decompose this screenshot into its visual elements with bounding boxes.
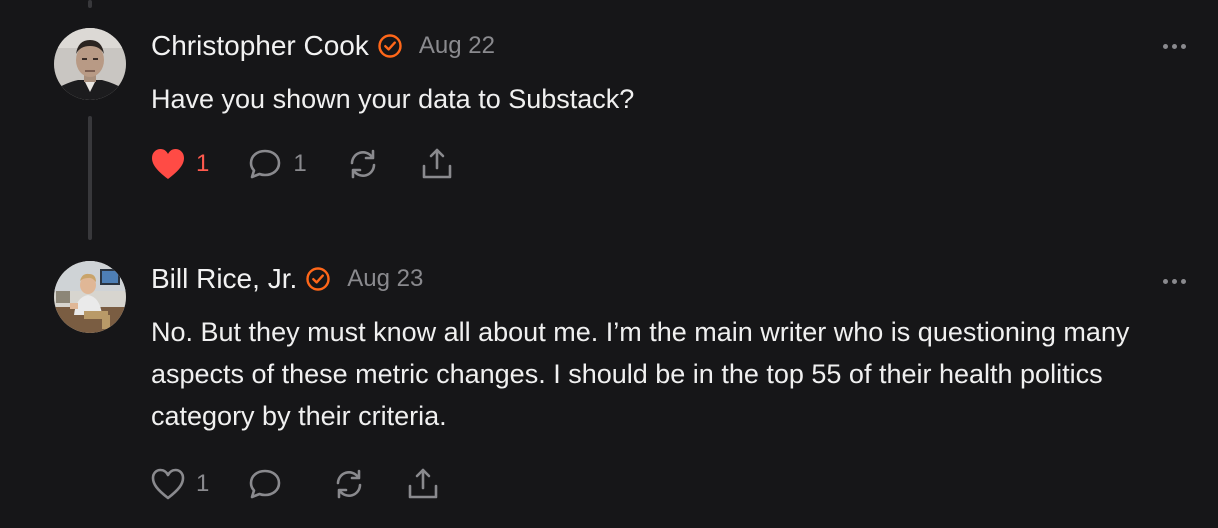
reply-button[interactable] xyxy=(247,466,293,502)
avatar-christopher-cook[interactable] xyxy=(54,28,126,100)
comment-text: No. But they must know all about me. I’m… xyxy=(151,317,1130,431)
like-count: 1 xyxy=(196,470,210,497)
man-portrait-icon xyxy=(54,28,126,100)
restack-icon xyxy=(337,469,362,499)
restack-button[interactable] xyxy=(331,466,367,502)
comment-actions: 1 xyxy=(150,466,479,502)
verified-badge-icon xyxy=(305,266,331,292)
comment-date[interactable]: Aug 22 xyxy=(419,32,495,60)
man-seated-office-icon xyxy=(54,261,126,333)
comment-date[interactable]: Aug 23 xyxy=(347,265,423,293)
comment-header: Bill Rice, Jr. Aug 23 xyxy=(151,263,423,295)
more-icon[interactable] xyxy=(1163,44,1186,49)
comment-actions: 1 1 xyxy=(150,146,493,182)
share-icon xyxy=(422,148,452,179)
like-count: 1 xyxy=(196,150,210,177)
author-name[interactable]: Christopher Cook xyxy=(151,30,369,62)
heart-icon xyxy=(151,468,185,500)
reply-button[interactable]: 1 xyxy=(247,146,307,182)
comment-header: Christopher Cook Aug 22 xyxy=(151,30,495,62)
comment-icon xyxy=(250,469,281,499)
share-button[interactable] xyxy=(419,146,455,182)
verified-badge-icon xyxy=(377,33,403,59)
reply-count: 1 xyxy=(293,150,307,177)
avatar-bill-rice-jr[interactable] xyxy=(54,261,126,333)
thread-line xyxy=(88,116,92,240)
restack-icon xyxy=(350,149,376,179)
heart-icon xyxy=(152,149,184,179)
comment-text: Have you shown your data to Substack? xyxy=(151,84,635,114)
share-icon xyxy=(409,468,438,499)
share-button[interactable] xyxy=(405,466,441,502)
like-button[interactable]: 1 xyxy=(150,467,209,501)
comment-icon xyxy=(250,149,281,179)
more-icon[interactable] xyxy=(1163,279,1186,284)
restack-button[interactable] xyxy=(345,146,381,182)
like-button[interactable]: 1 xyxy=(150,147,209,181)
thread-line-top xyxy=(88,0,92,8)
author-name[interactable]: Bill Rice, Jr. xyxy=(151,263,297,295)
